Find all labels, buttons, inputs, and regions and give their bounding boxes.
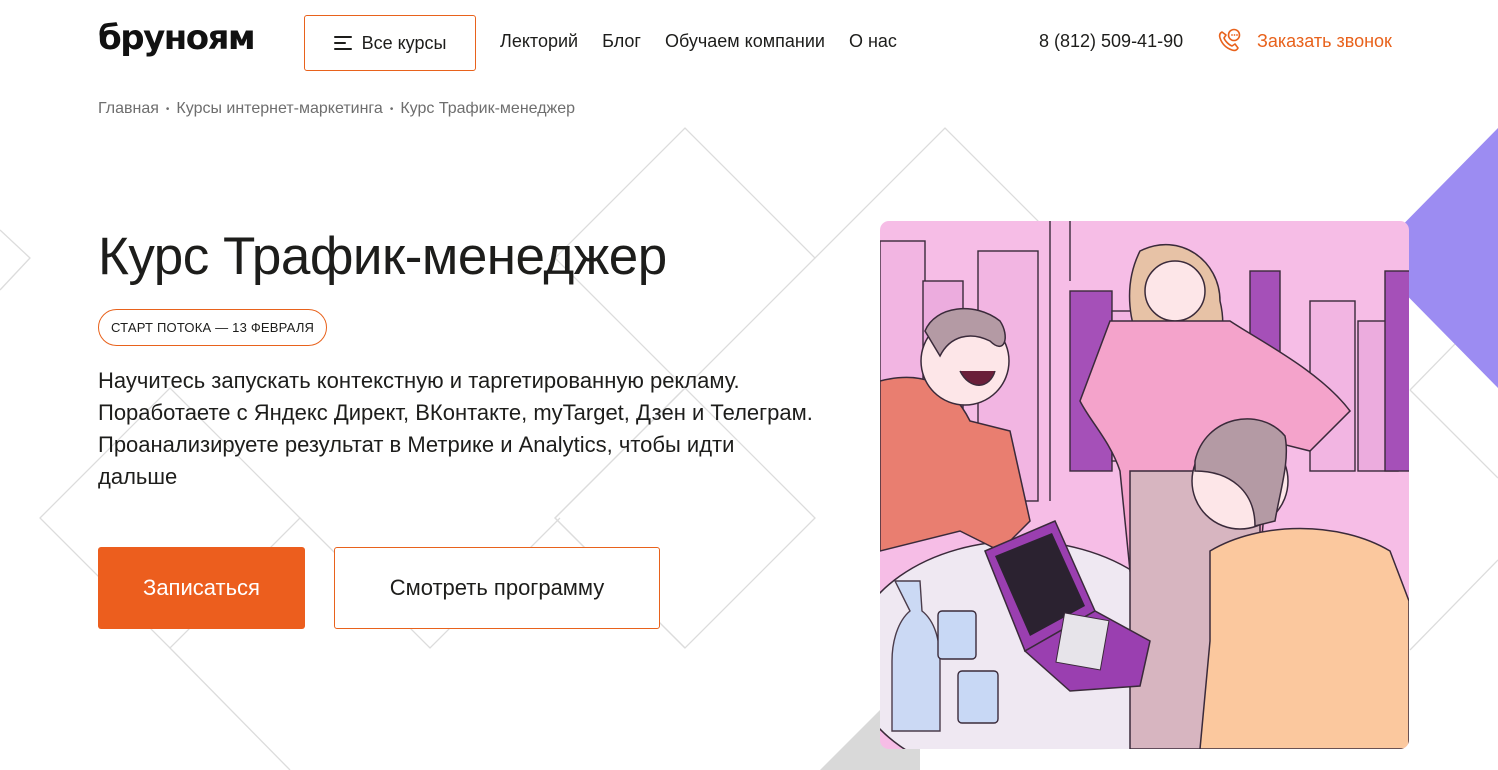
breadcrumb-home[interactable]: Главная: [98, 100, 159, 118]
menu-icon: [333, 36, 352, 50]
team-illustration: [880, 221, 1409, 749]
logo[interactable]: бруноям: [98, 18, 256, 58]
breadcrumb-separator: •: [165, 103, 170, 115]
callback-link[interactable]: Заказать звонок: [1216, 28, 1392, 54]
nav-item-corporate[interactable]: Обучаем компании: [665, 31, 825, 52]
phone-call-icon: [1218, 28, 1241, 52]
hero-description: Научитесь запускать контекстную и таргет…: [98, 368, 813, 489]
nav-item-lectorium[interactable]: Лекторий: [500, 31, 578, 52]
breadcrumb: Главная • Курсы интернет-маркетинга • Ку…: [98, 100, 575, 118]
phone-number[interactable]: 8 (812) 509-41-90: [1039, 31, 1183, 52]
main-nav: Лекторий Блог Обучаем компании О нас: [500, 31, 897, 52]
hero-illustration: [880, 221, 1409, 749]
breadcrumb-separator: •: [389, 103, 394, 115]
signup-button[interactable]: Записаться: [98, 547, 305, 629]
all-courses-label: Все курсы: [361, 32, 447, 53]
nav-item-blog[interactable]: Блог: [602, 31, 641, 52]
view-program-button[interactable]: Смотреть программу: [334, 547, 660, 629]
page-title: Курс Трафик-менеджер: [98, 227, 667, 286]
nav-item-about[interactable]: О нас: [849, 31, 897, 52]
callback-label: Заказать звонок: [1257, 30, 1392, 51]
start-date-badge: СТАРТ ПОТОКА — 13 ФЕВРАЛЯ: [98, 309, 328, 346]
all-courses-button[interactable]: Все курсы: [304, 15, 476, 71]
breadcrumb-category[interactable]: Курсы интернет-маркетинга: [176, 100, 382, 118]
breadcrumb-current: Курс Трафик-менеджер: [400, 100, 576, 117]
site-header: бруноям Все курсы Лекторий Блог Обучаем …: [0, 0, 1498, 86]
